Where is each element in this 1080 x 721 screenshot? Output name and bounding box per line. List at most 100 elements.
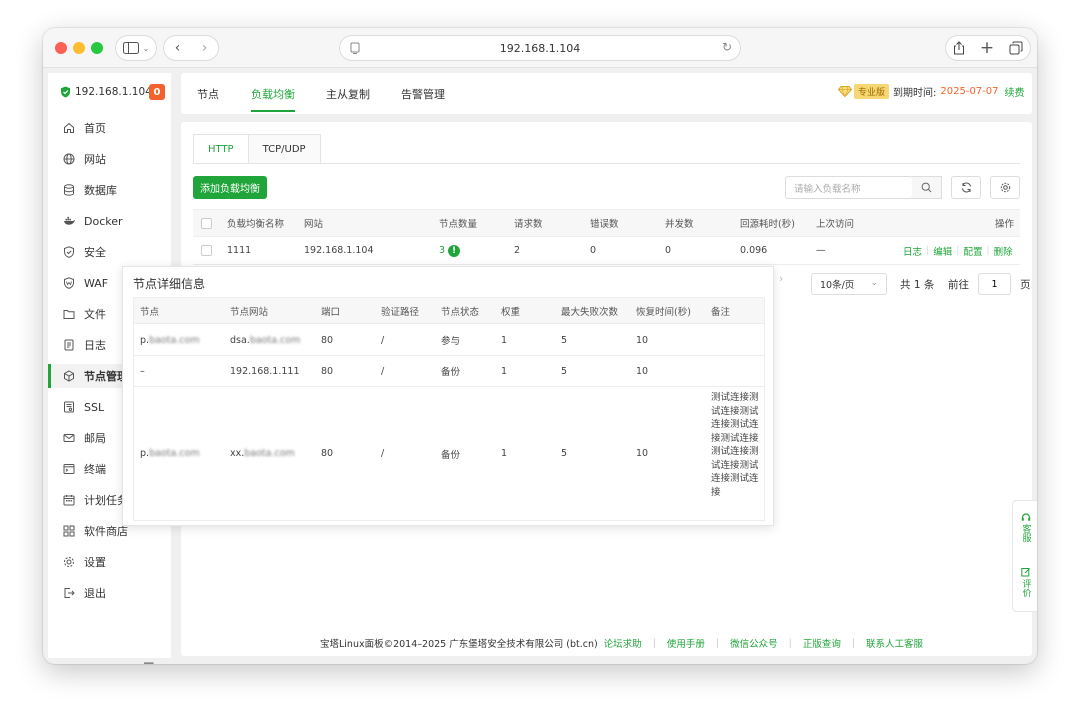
back-icon[interactable]: ‹ <box>175 40 181 56</box>
sidebar-item-docker[interactable]: Docker <box>48 209 171 233</box>
sidebar-item-website[interactable]: 网站 <box>48 147 171 171</box>
review-button[interactable]: 评价 <box>1013 567 1037 597</box>
log-action[interactable]: 日志 <box>903 244 922 258</box>
certificate-icon <box>63 401 75 413</box>
node-port: 80 <box>321 365 334 377</box>
total-count: 共 1 条 <box>900 279 935 291</box>
footer-link-forum[interactable]: 论坛求助 <box>604 636 642 650</box>
lb-errors: 0 <box>590 245 597 256</box>
lb-concurrent: 0 <box>665 245 672 256</box>
tab-node[interactable]: 节点 <box>197 86 219 102</box>
footer-link-wechat[interactable]: 微信公众号 <box>730 636 778 650</box>
gear-icon <box>63 556 75 568</box>
popover-title: 节点详细信息 <box>133 277 206 291</box>
lb-name[interactable]: 1111 <box>227 237 251 264</box>
col-site: 网站 <box>304 219 324 230</box>
node-row: p. baota.com xx. baota.com 80 / 备份 1 5 10 … <box>134 387 764 520</box>
col-last-visit: 上次访问 <box>816 219 855 230</box>
sidebar-item-logout[interactable]: 退出 <box>48 581 171 605</box>
settings-button[interactable] <box>990 176 1020 199</box>
menu-list-icon[interactable]: ☰ <box>143 661 155 664</box>
col-node-site: 节点网站 <box>230 306 269 318</box>
lb-node-count[interactable]: 3 ! <box>439 237 461 264</box>
expire-date: 2025-07-07 <box>940 86 999 97</box>
forward-icon[interactable]: › <box>202 40 208 56</box>
chevron-down-icon: ⌄ <box>142 43 150 53</box>
next-page-button[interactable]: › <box>779 273 783 285</box>
row-checkbox[interactable] <box>201 237 212 264</box>
refresh-button[interactable] <box>951 176 981 199</box>
node-recover: 10 <box>636 334 649 346</box>
sidebar-item-home[interactable]: 首页 <box>48 116 171 140</box>
footer-link-manual[interactable]: 使用手册 <box>667 636 705 650</box>
globe-icon <box>63 153 75 165</box>
sidebar-icon <box>122 42 139 54</box>
renew-link[interactable]: 续费 <box>1005 84 1025 99</box>
maximize-window-button[interactable] <box>91 42 103 54</box>
node-max-fail: 5 <box>561 448 568 459</box>
sidebar-toggle-button[interactable]: ⌄ <box>115 35 157 61</box>
node-status: 备份 <box>441 367 461 378</box>
service-label: 客服 <box>1020 524 1031 542</box>
edit-icon <box>1020 568 1030 577</box>
col-weight: 权重 <box>501 306 521 318</box>
address-bar[interactable]: 192.168.1.104 ↻ <box>339 35 741 61</box>
gear-icon <box>1000 182 1010 193</box>
col-actions: 操作 <box>995 219 1015 230</box>
browser-actions: + <box>945 35 1031 61</box>
floating-toolbar: 客服 评价 <box>1012 500 1037 612</box>
blurred-text: baota.com <box>149 334 200 346</box>
tab-http[interactable]: HTTP <box>193 134 249 164</box>
new-tab-icon[interactable]: + <box>980 38 994 58</box>
reload-icon[interactable]: ↻ <box>722 40 732 54</box>
tab-alert-management[interactable]: 告警管理 <box>401 86 445 102</box>
node-status: 备份 <box>441 449 461 461</box>
sidebar-item-security[interactable]: 安全 <box>48 240 171 264</box>
share-icon[interactable] <box>953 41 965 55</box>
delete-action[interactable]: 删除 <box>994 244 1013 258</box>
footer-link-support[interactable]: 联系人工客服 <box>866 636 923 650</box>
page-size-value: 10条/页 <box>820 280 855 291</box>
goto-label: 前往 <box>948 279 969 291</box>
license-info: 专业版 到期时间: 2025-07-07 续费 <box>838 84 1025 99</box>
grid-icon <box>63 525 75 537</box>
node-site: 192.168.1.111 <box>230 365 300 377</box>
col-latency: 回源耗时(秒) <box>740 219 795 230</box>
minimize-window-button[interactable] <box>73 42 85 54</box>
collapse-sidebar-icon[interactable]: ⇤ <box>66 661 77 664</box>
sidebar-item-database[interactable]: 数据库 <box>48 178 171 202</box>
review-label: 评价 <box>1020 579 1031 597</box>
sidebar-item-settings[interactable]: 设置 <box>48 550 171 574</box>
col-recover-time: 恢复时间(秒) <box>636 306 691 318</box>
node-port: 80 <box>321 334 334 346</box>
page-size-select[interactable]: 10条/页 ⌄ <box>811 273 887 295</box>
page-input[interactable]: 1 <box>978 273 1011 295</box>
tab-tcp-udp[interactable]: TCP/UDP <box>248 134 321 164</box>
node-site: xx. baota.com <box>230 448 295 459</box>
col-max-fail: 最大失败次数 <box>561 306 619 318</box>
add-load-balance-button[interactable]: 添加负载均衡 <box>193 176 267 199</box>
config-action[interactable]: 配置 <box>963 244 982 258</box>
tab-load-balance[interactable]: 负载均衡 <box>251 86 295 102</box>
node-host: p. baota.com <box>140 334 200 346</box>
docker-icon <box>63 215 75 227</box>
search-button[interactable] <box>912 176 942 199</box>
protocol-tabs: HTTP TCP/UDP <box>193 134 321 164</box>
alert-count-badge[interactable]: 0 <box>149 84 165 100</box>
node-host: – <box>140 365 145 377</box>
search-input[interactable]: 请输入负载名称 <box>785 176 913 199</box>
tabs-overview-icon[interactable] <box>1009 41 1023 55</box>
select-all-checkbox[interactable] <box>201 210 212 236</box>
chevron-down-icon: ⌄ <box>870 278 878 288</box>
col-errors: 错误数 <box>590 219 619 230</box>
edit-action[interactable]: 编辑 <box>933 244 952 258</box>
col-name[interactable]: 负载均衡名称 <box>227 210 284 236</box>
customer-service-button[interactable]: 客服 <box>1013 513 1037 542</box>
folder-icon <box>63 308 75 320</box>
node-max-fail: 5 <box>561 365 568 377</box>
node-max-fail: 5 <box>561 334 568 346</box>
table-header: 负载均衡名称 网站 节点数量 请求数 错误数 并发数 回源耗时(秒) 上次访问 … <box>193 209 1020 237</box>
footer-link-genuine[interactable]: 正版查询 <box>803 636 841 650</box>
close-window-button[interactable] <box>55 42 67 54</box>
tab-master-slave[interactable]: 主从复制 <box>326 86 370 102</box>
